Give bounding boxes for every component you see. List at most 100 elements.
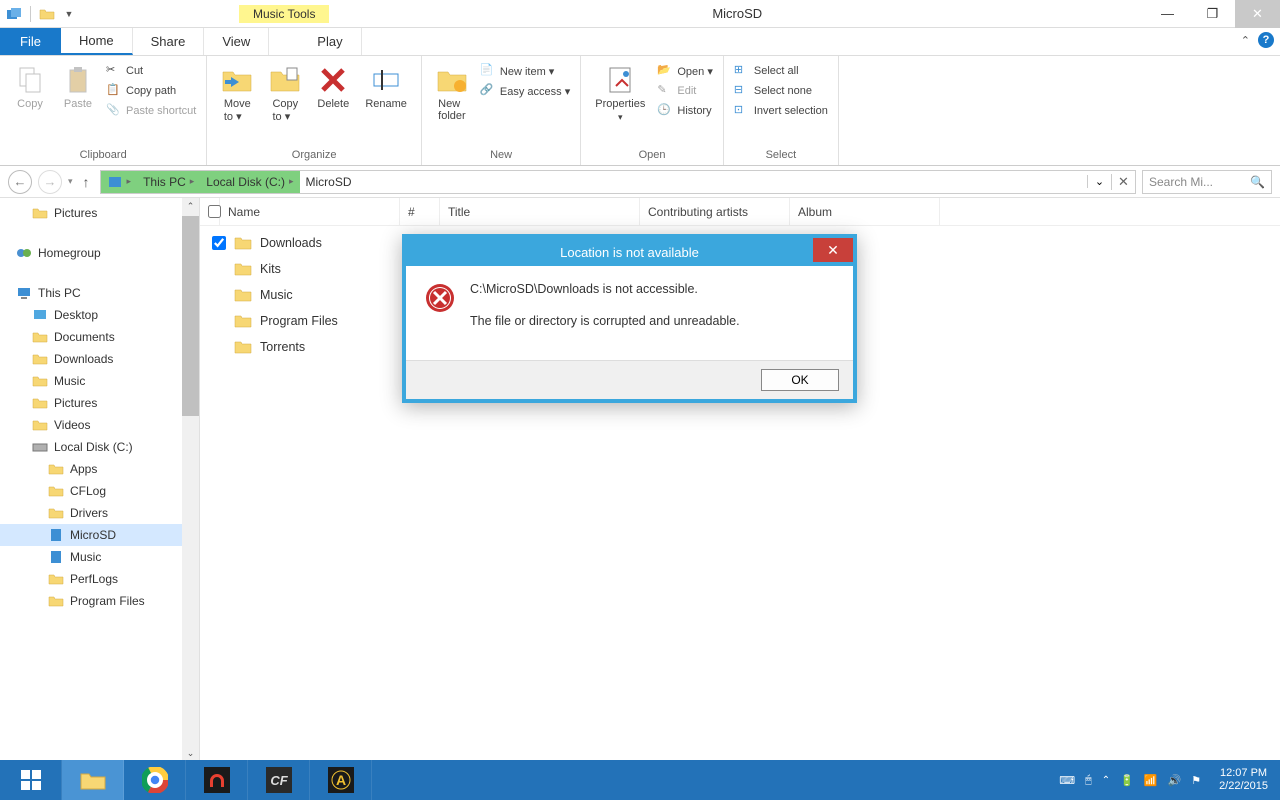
- sidebar-scroll-thumb[interactable]: [182, 216, 199, 416]
- open-button[interactable]: 📂Open ▾: [655, 62, 715, 80]
- select-none-button[interactable]: ⊟Select none: [732, 82, 830, 100]
- taskbar-chrome[interactable]: [124, 760, 186, 800]
- new-group-label: New: [430, 147, 572, 165]
- music-tools-tab[interactable]: Music Tools: [239, 5, 329, 23]
- taskbar-app-headphones[interactable]: [186, 760, 248, 800]
- invert-selection-button[interactable]: ⊡Invert selection: [732, 102, 830, 120]
- help-icon[interactable]: ?: [1258, 32, 1274, 48]
- close-button[interactable]: ✕: [1235, 0, 1280, 28]
- sidebar-item-program-files[interactable]: Program Files: [0, 590, 199, 612]
- edit-button[interactable]: ✎Edit: [655, 82, 715, 100]
- scroll-up-icon[interactable]: ⌃: [182, 198, 199, 215]
- dialog-line1: C:\MicroSD\Downloads is not accessible.: [470, 282, 740, 296]
- rename-button[interactable]: Rename: [359, 62, 413, 112]
- history-button[interactable]: 🕒History: [655, 102, 715, 120]
- qat-new-folder-icon[interactable]: [37, 4, 57, 24]
- svg-text:A: A: [335, 772, 345, 788]
- refresh-button[interactable]: ✕: [1111, 174, 1135, 190]
- window-title: MicroSD: [329, 6, 1145, 21]
- recent-dropdown-icon[interactable]: ▾: [68, 176, 73, 187]
- sidebar-item-desktop[interactable]: Desktop: [0, 304, 199, 326]
- sidebar-item-videos[interactable]: Videos: [0, 414, 199, 436]
- tray-network-icon[interactable]: 📶: [1144, 774, 1158, 787]
- dialog-close-button[interactable]: ✕: [813, 238, 853, 262]
- copy-path-button[interactable]: 📋Copy path: [104, 82, 198, 100]
- app-icon[interactable]: [4, 4, 24, 24]
- sidebar-item-music[interactable]: Music: [0, 370, 199, 392]
- copy-button[interactable]: Copy: [8, 62, 52, 112]
- start-button[interactable]: [0, 760, 62, 800]
- sidebar-item-perflogs[interactable]: PerfLogs: [0, 568, 199, 590]
- sidebar-item-homegroup[interactable]: Homegroup: [0, 242, 199, 264]
- sidebar-item-microsd[interactable]: MicroSD: [0, 524, 199, 546]
- select-group-label: Select: [732, 147, 830, 165]
- sidebar-item-pictures[interactable]: Pictures: [0, 202, 199, 224]
- ribbon-tabs: File Home Share View Play ⌃ ?: [0, 28, 1280, 56]
- taskbar-app-cf[interactable]: CF: [248, 760, 310, 800]
- error-dialog: Location is not available ✕ C:\MicroSD\D…: [402, 234, 857, 403]
- sidebar-item-apps[interactable]: Apps: [0, 458, 199, 480]
- tray-flag-icon[interactable]: ⚑: [1191, 774, 1201, 787]
- tray-keyboard-icon[interactable]: ⌨: [1059, 774, 1075, 787]
- sidebar-item-drivers[interactable]: Drivers: [0, 502, 199, 524]
- column-num[interactable]: #: [400, 198, 440, 225]
- forward-button[interactable]: →: [38, 170, 62, 194]
- sidebar-item-documents[interactable]: Documents: [0, 326, 199, 348]
- breadcrumb[interactable]: ▸ This PC▸ Local Disk (C:)▸ MicroSD ⌄ ✕: [100, 170, 1136, 194]
- tray-volume-icon[interactable]: 🔊: [1167, 774, 1181, 787]
- delete-button[interactable]: Delete: [311, 62, 355, 112]
- column-name[interactable]: Name: [220, 198, 400, 225]
- qat-dropdown-icon[interactable]: ▼: [59, 4, 79, 24]
- ribbon: Copy Paste ✂Cut 📋Copy path 📎Paste shortc…: [0, 56, 1280, 166]
- sidebar-item-this-pc[interactable]: This PC: [0, 282, 199, 304]
- titlebar: ▼ Music Tools MicroSD — ❐ ✕: [0, 0, 1280, 28]
- dialog-ok-button[interactable]: OK: [761, 369, 839, 391]
- paste-button[interactable]: Paste: [56, 62, 100, 112]
- cut-button[interactable]: ✂Cut: [104, 62, 198, 80]
- breadcrumb-microsd[interactable]: MicroSD: [300, 171, 358, 193]
- breadcrumb-dropdown-icon[interactable]: ⌄: [1087, 175, 1111, 188]
- home-tab[interactable]: Home: [61, 28, 133, 55]
- easy-access-button[interactable]: 🔗Easy access ▾: [478, 82, 572, 100]
- column-title[interactable]: Title: [440, 198, 640, 225]
- sidebar-item-downloads[interactable]: Downloads: [0, 348, 199, 370]
- sidebar-item-music2[interactable]: Music: [0, 546, 199, 568]
- properties-button[interactable]: Properties▾: [589, 62, 651, 125]
- dialog-title: Location is not available ✕: [406, 238, 853, 266]
- minimize-button[interactable]: —: [1145, 0, 1190, 28]
- breadcrumb-root[interactable]: ▸: [101, 171, 138, 193]
- new-item-button[interactable]: 📄New item ▾: [478, 62, 572, 80]
- file-tab[interactable]: File: [0, 28, 61, 55]
- address-bar: ← → ▾ ↑ ▸ This PC▸ Local Disk (C:)▸ Micr…: [0, 166, 1280, 198]
- collapse-ribbon-icon[interactable]: ⌃: [1241, 34, 1250, 47]
- select-all-button[interactable]: ⊞Select all: [732, 62, 830, 80]
- organize-group-label: Organize: [215, 147, 413, 165]
- share-tab[interactable]: Share: [133, 28, 205, 55]
- taskbar-app-a[interactable]: A: [310, 760, 372, 800]
- tray-clock[interactable]: 12:07 PM2/22/2015: [1211, 767, 1276, 793]
- search-icon: 🔍: [1250, 175, 1265, 189]
- new-folder-button[interactable]: New folder: [430, 62, 474, 124]
- breadcrumb-local-disk[interactable]: Local Disk (C:)▸: [200, 171, 299, 193]
- move-to-button[interactable]: Move to ▾: [215, 62, 259, 125]
- play-tab[interactable]: Play: [299, 28, 361, 55]
- breadcrumb-this-pc[interactable]: This PC▸: [137, 171, 200, 193]
- column-headers: Name # Title Contributing artists Album: [200, 198, 1280, 226]
- sidebar-item-pictures2[interactable]: Pictures: [0, 392, 199, 414]
- maximize-button[interactable]: ❐: [1190, 0, 1235, 28]
- column-artists[interactable]: Contributing artists: [640, 198, 790, 225]
- tray-battery-icon[interactable]: 🔋: [1120, 774, 1134, 787]
- row-checkbox[interactable]: [212, 236, 226, 250]
- tray-mouse-icon[interactable]: 🖱: [1085, 774, 1092, 787]
- search-input[interactable]: Search Mi...🔍: [1142, 170, 1272, 194]
- column-album[interactable]: Album: [790, 198, 940, 225]
- sidebar-item-cflog[interactable]: CFLog: [0, 480, 199, 502]
- copy-to-button[interactable]: Copy to ▾: [263, 62, 307, 125]
- back-button[interactable]: ←: [8, 170, 32, 194]
- taskbar-explorer[interactable]: [62, 760, 124, 800]
- up-button[interactable]: ↑: [79, 174, 94, 190]
- view-tab[interactable]: View: [204, 28, 269, 55]
- sidebar-item-local-disk[interactable]: Local Disk (C:): [0, 436, 199, 458]
- tray-chevron-icon[interactable]: ⌃: [1102, 775, 1110, 786]
- paste-shortcut-button[interactable]: 📎Paste shortcut: [104, 102, 198, 120]
